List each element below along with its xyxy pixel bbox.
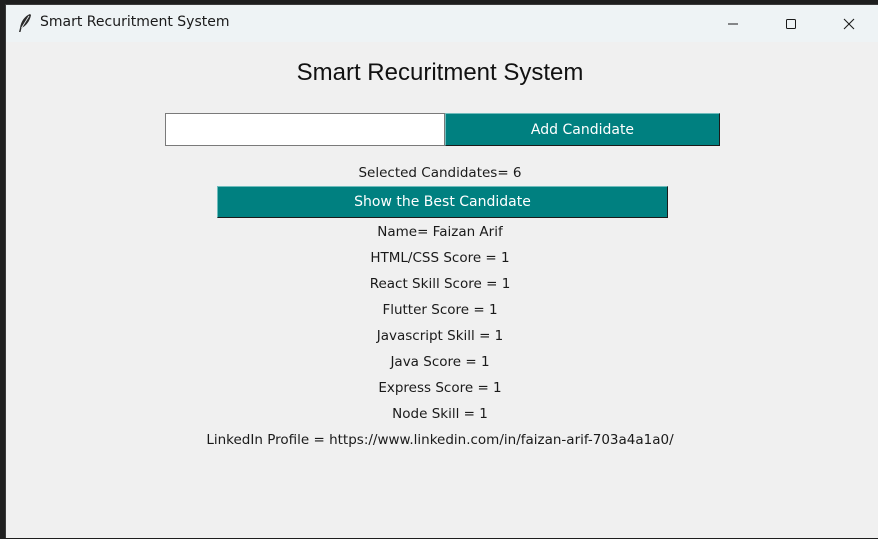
app-window: Smart Recuritment System Smart Recuritme… [5,4,878,538]
add-candidate-button[interactable]: Add Candidate [445,113,720,146]
minimize-button[interactable] [704,5,762,42]
candidate-input[interactable] [165,113,445,146]
title-bar[interactable]: Smart Recuritment System [6,5,878,42]
close-button[interactable] [820,5,878,42]
window-title: Smart Recuritment System [40,14,230,30]
result-name: Name= Faizan Arif [377,224,503,240]
maximize-button[interactable] [762,5,820,42]
result-react-score: React Skill Score = 1 [369,276,511,292]
feather-icon [17,13,33,33]
show-best-candidate-button[interactable]: Show the Best Candidate [217,186,668,218]
close-icon [843,18,855,30]
page-title: Smart Recuritment System [296,59,584,86]
result-linkedin-profile: LinkedIn Profile = https://www.linkedin.… [206,432,674,448]
selected-candidates-count: Selected Candidates= 6 [358,165,522,181]
result-java-score: Java Score = 1 [390,354,490,370]
result-express-score: Express Score = 1 [378,380,502,396]
minimize-icon [727,18,739,30]
result-javascript-score: Javascript Skill = 1 [376,328,504,344]
app-content: Smart Recuritment System Add Candidate S… [6,42,878,539]
result-html-css-score: HTML/CSS Score = 1 [370,250,510,266]
result-flutter-score: Flutter Score = 1 [382,302,498,318]
result-node-score: Node Skill = 1 [392,406,488,422]
maximize-icon [785,18,797,30]
